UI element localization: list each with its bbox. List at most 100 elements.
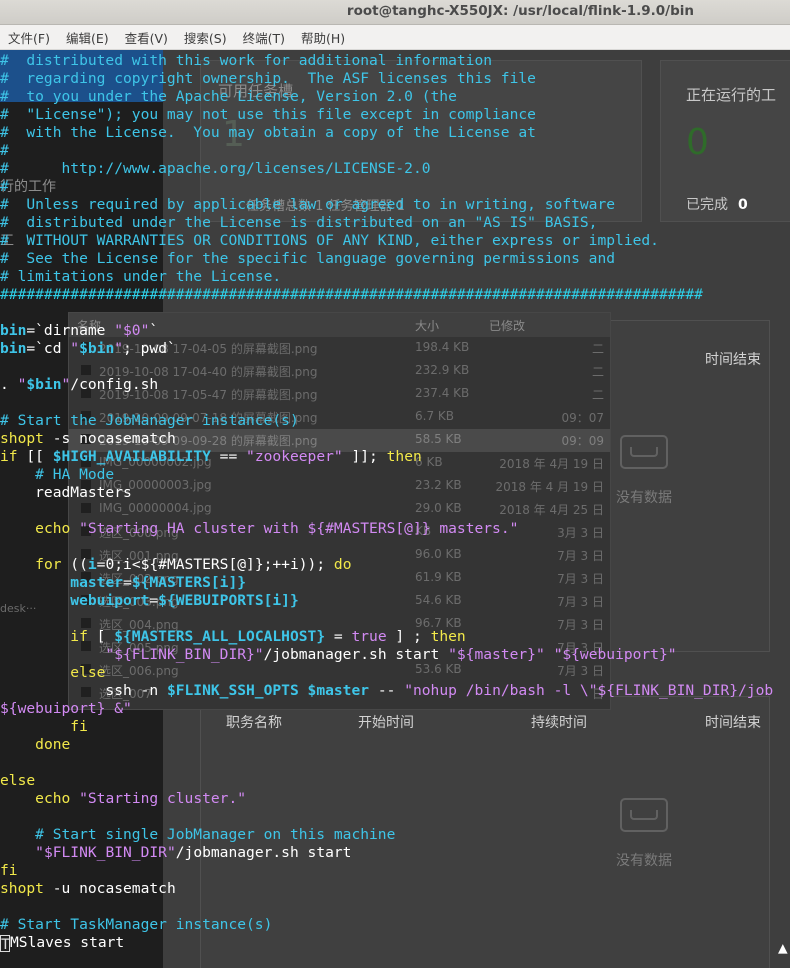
terminal-text: /jobmanager.sh start — [263, 646, 449, 663]
terminal-text: ] ; — [386, 628, 431, 645]
terminal-line: # — [0, 142, 9, 160]
terminal-text: # Unless required by applicable law or a… — [0, 196, 616, 213]
terminal-line: # distributed with this work for additio… — [0, 52, 492, 70]
terminal-text: # Start the JobManager instance(s) — [0, 412, 299, 429]
terminal-text: = — [325, 628, 352, 645]
terminal-text: =0;i<${#MASTERS[@]};++i)); — [96, 556, 334, 573]
terminal-text: then — [386, 448, 422, 465]
terminal-text: # "License"); you may not use this file … — [0, 106, 536, 123]
terminal-text: "$0" — [114, 322, 150, 339]
terminal-text: # WITHOUT WARRANTIES OR CONDITIONS OF AN… — [0, 232, 659, 249]
window-title-bar[interactable]: root@tanghc-X550JX: /usr/local/flink-1.9… — [0, 0, 790, 25]
terminal-text: # Start TaskManager instance(s) — [0, 916, 273, 933]
terminal-text: -- — [369, 682, 405, 699]
terminal-text: for — [35, 556, 62, 573]
terminal-text: " — [70, 340, 80, 357]
menu-search[interactable]: 搜索(S) — [184, 28, 227, 47]
terminal-text: "zookeeper" — [246, 448, 343, 465]
menu-help[interactable]: 帮助(H) — [301, 28, 345, 47]
terminal-line: "$FLINK_BIN_DIR"/jobmanager.sh start — [0, 844, 351, 862]
terminal-text: =`dirname — [26, 322, 115, 339]
terminal-line: # Start the JobManager instance(s) — [0, 412, 299, 430]
terminal-text: ${webuiport} &" — [0, 700, 132, 717]
terminal-text: "nohup /bin/bash -l \"${FLINK_BIN_DIR}/j… — [404, 682, 774, 699]
terminal-text: fi — [70, 718, 88, 735]
terminal-text: "$FLINK_BIN_DIR" — [35, 844, 176, 861]
terminal-text: shopt — [0, 430, 44, 447]
terminal-text: "Starting HA cluster with ${#MASTERS[@]}… — [70, 520, 519, 537]
terminal-line: # to you under the Apache License, Versi… — [0, 88, 457, 106]
terminal-text: # http://www.apache.org/licenses/LICENSE… — [0, 160, 431, 177]
terminal-line: # limitations under the License. — [0, 268, 281, 286]
terminal-line: # http://www.apache.org/licenses/LICENSE… — [0, 160, 431, 178]
terminal-text: ]]; — [342, 448, 387, 465]
terminal-text: # — [0, 142, 9, 159]
terminal-line: # Unless required by applicable law or a… — [0, 196, 615, 214]
terminal-text: [[ — [17, 448, 53, 465]
terminal-text: # distributed under the License is distr… — [0, 214, 598, 231]
terminal-line: echo "Starting cluster." — [0, 790, 246, 808]
terminal-text: echo — [35, 520, 71, 537]
terminal-text: # See the License for the specific langu… — [0, 250, 616, 267]
terminal-line: # — [0, 178, 9, 196]
terminal-text: ${MASTERS_ALL_LOCALHOST} — [114, 628, 326, 645]
terminal-line: # regarding copyright ownership. The ASF… — [0, 70, 536, 88]
terminal-line: "${FLINK_BIN_DIR}"/jobmanager.sh start "… — [0, 646, 676, 664]
terminal-text: if — [0, 448, 18, 465]
menu-view[interactable]: 查看(V) — [125, 28, 168, 47]
terminal-text: ssh -n — [0, 682, 167, 699]
terminal-line: fi — [0, 862, 18, 880]
terminal-text: -u nocasematch — [43, 880, 176, 897]
terminal-line: done — [0, 736, 70, 754]
terminal-text: true — [351, 628, 387, 645]
terminal-text: " — [61, 376, 71, 393]
terminal-text: $master — [307, 682, 370, 699]
terminal-text: . — [0, 376, 18, 393]
terminal-line: ssh -n $FLINK_SSH_OPTS $master -- "nohup… — [0, 682, 773, 700]
terminal-line: # "License"); you may not use this file … — [0, 106, 536, 124]
terminal-text: [ — [87, 628, 115, 645]
terminal-text: else — [70, 664, 106, 681]
terminal-text: echo — [35, 790, 71, 807]
menu-edit[interactable]: 编辑(E) — [66, 28, 109, 47]
terminal-line: if [ ${MASTERS_ALL_LOCALHOST} = true ] ;… — [0, 628, 465, 646]
menu-file[interactable]: 文件(F) — [8, 28, 50, 47]
terminal-text: $FLINK_SSH_OPTS — [166, 682, 299, 699]
terminal-text: # regarding copyright ownership. The ASF… — [0, 70, 536, 87]
terminal-text: if — [70, 628, 88, 645]
menu-terminal[interactable]: 终端(T) — [243, 28, 285, 47]
terminal-text: # limitations under the License. — [0, 268, 282, 285]
terminal-text: " — [114, 340, 124, 357]
terminal-text: $bin — [79, 340, 115, 357]
terminal-output[interactable]: # distributed with this work for additio… — [0, 52, 790, 968]
terminal-text: else — [0, 772, 36, 789]
terminal-line: # WITHOUT WARRANTIES OR CONDITIONS OF AN… — [0, 232, 659, 250]
terminal-text: webuiport — [70, 592, 150, 609]
terminal-text: /jobmanager.sh start — [175, 844, 352, 861]
terminal-text: i — [87, 556, 97, 573]
terminal-text: -s nocasematch — [43, 430, 176, 447]
terminal-line: shopt -u nocasematch — [0, 880, 176, 898]
terminal-text: # with the License. You may obtain a cop… — [0, 124, 536, 141]
terminal-line: fi — [0, 718, 88, 736]
terminal-text: /config.sh — [70, 376, 159, 393]
terminal-line: TMSlaves start — [0, 934, 124, 953]
terminal-line: # distributed under the License is distr… — [0, 214, 597, 232]
terminal-line: else — [0, 772, 35, 790]
terminal-line: # Start TaskManager instance(s) — [0, 916, 272, 934]
terminal-text: "Starting cluster." — [70, 790, 247, 807]
terminal-line: echo "Starting HA cluster with ${#MASTER… — [0, 520, 518, 538]
terminal-text: bin — [0, 322, 27, 339]
window-title: root@tanghc-X550JX: /usr/local/flink-1.9… — [346, 3, 694, 19]
terminal-text: "${FLINK_BIN_DIR}" — [105, 646, 264, 663]
terminal-text: master — [70, 574, 124, 591]
terminal-text: (( — [61, 556, 88, 573]
